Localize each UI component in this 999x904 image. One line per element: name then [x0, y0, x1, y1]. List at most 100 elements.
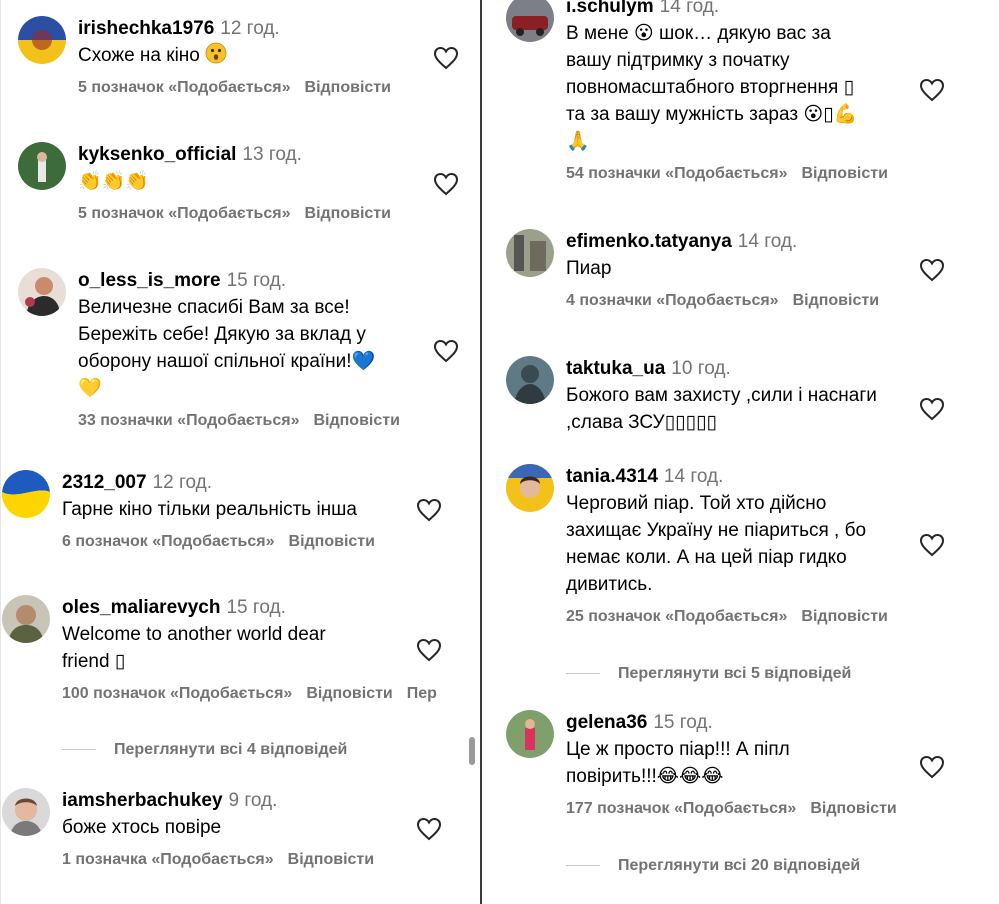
avatar[interactable] [18, 16, 66, 64]
timestamp[interactable]: 9 год. [229, 790, 278, 811]
username[interactable]: kyksenko_official [78, 144, 236, 165]
timestamp[interactable]: 14 год. [738, 231, 797, 252]
username[interactable]: 2312_007 [62, 472, 147, 493]
heart-icon[interactable] [919, 755, 945, 779]
avatar[interactable] [2, 470, 50, 518]
comment-text: боже хтось повіре [62, 817, 222, 838]
avatar[interactable] [506, 356, 554, 404]
comment-text-line: захищає Україну не піариться , бо [566, 520, 867, 541]
comment-text-line: вашу підтримку з початку [566, 50, 790, 71]
timestamp[interactable]: 14 год. [664, 466, 723, 487]
comment-text-line: 🙏 [566, 131, 590, 152]
timestamp[interactable]: 15 год. [653, 712, 712, 733]
avatar[interactable] [18, 142, 66, 190]
like-count[interactable]: 5 позначок «Подобається» [78, 205, 291, 222]
comment-text-line: Величезне спасибі Вам за все! [78, 297, 350, 318]
avatar[interactable] [18, 268, 66, 316]
like-count[interactable]: 54 позначки «Подобається» [566, 165, 787, 182]
comment-text: 👏👏👏 [78, 171, 149, 192]
reply-button[interactable]: Відповісти [306, 685, 392, 702]
username[interactable]: tania.4314 [566, 466, 658, 487]
like-count[interactable]: 5 позначок «Подобається» [78, 79, 291, 96]
avatar[interactable] [506, 464, 554, 512]
view-replies-label[interactable]: Переглянути всі 4 відповідей [114, 741, 347, 758]
username[interactable]: gelena36 [566, 712, 647, 733]
heart-icon[interactable] [919, 533, 945, 557]
divider [566, 673, 600, 675]
comment-text: Гарне кіно тільки реальність інша [62, 499, 357, 520]
avatar[interactable] [506, 0, 554, 42]
comment-text: Схоже на кіно [78, 42, 405, 69]
comment-text-line: 💛 [78, 378, 102, 399]
view-replies-label[interactable]: Переглянути всі 20 відповідей [618, 857, 860, 874]
timestamp[interactable]: 12 год. [220, 18, 279, 39]
view-replies-button[interactable]: Переглянути всі 5 відповідей [566, 665, 851, 683]
translate-link[interactable]: Пер [407, 685, 437, 702]
comment-text-line: friend ▯ [62, 651, 126, 672]
like-count[interactable]: 6 позначок «Подобається» [62, 533, 275, 550]
heart-icon[interactable] [433, 172, 459, 196]
comment-text-line: Божого вам захисту ,сили і наснаги [566, 385, 877, 406]
timestamp[interactable]: 12 год. [153, 472, 212, 493]
like-count[interactable]: 177 позначок «Подобається» [566, 800, 796, 817]
reply-button[interactable]: Відповісти [289, 533, 375, 550]
comment-text-line: та за вашу мужність зараз 😮▯💪 [566, 104, 858, 125]
avatar[interactable] [2, 595, 50, 643]
reply-button[interactable]: Відповісти [305, 205, 391, 222]
heart-icon[interactable] [919, 258, 945, 282]
left-comments-panel: irishechka1976 12 год. Схоже на кіно 5 по… [0, 0, 476, 904]
heart-icon[interactable] [919, 78, 945, 102]
reply-button[interactable]: Відповісти [793, 292, 879, 309]
view-replies-label[interactable]: Переглянути всі 5 відповідей [618, 665, 851, 682]
divider [62, 749, 96, 751]
timestamp[interactable]: 15 год. [227, 270, 286, 291]
heart-icon[interactable] [433, 339, 459, 363]
avatar[interactable] [2, 788, 50, 836]
reply-button[interactable]: Відповісти [313, 412, 399, 429]
reply-button[interactable]: Відповісти [305, 79, 391, 96]
divider [566, 865, 600, 867]
username[interactable]: efimenko.tatyanya [566, 231, 732, 252]
comment-text-line: ,слава ЗСУ▯▯▯▯▯ [566, 412, 717, 433]
like-count[interactable]: 4 позначки «Подобається» [566, 292, 779, 309]
heart-icon[interactable] [416, 638, 442, 662]
heart-icon[interactable] [433, 46, 459, 70]
like-count[interactable]: 1 позначка «Подобається» [62, 851, 274, 868]
username[interactable]: o_less_is_more [78, 270, 221, 291]
like-count[interactable]: 25 позначок «Подобається» [566, 608, 787, 625]
view-replies-button[interactable]: Переглянути всі 20 відповідей [566, 857, 860, 875]
comment-text-line: оборону нашої спільної країни!💙 [78, 351, 376, 372]
username[interactable]: oles_maliarevych [62, 597, 220, 618]
username[interactable]: taktuka_ua [566, 358, 665, 379]
reply-button[interactable]: Відповісти [810, 800, 896, 817]
timestamp[interactable]: 14 год. [660, 0, 719, 17]
avatar[interactable] [506, 229, 554, 277]
timestamp[interactable]: 13 год. [242, 144, 301, 165]
heart-icon[interactable] [416, 498, 442, 522]
like-count[interactable]: 33 позначки «Подобається» [78, 412, 299, 429]
comment-text: Пиар [566, 258, 612, 279]
reply-button[interactable]: Відповісти [801, 608, 887, 625]
username[interactable]: i.schulym [566, 0, 654, 17]
username[interactable]: iamsherbachukey [62, 790, 223, 811]
timestamp[interactable]: 10 год. [671, 358, 730, 379]
panel-divider [480, 0, 482, 904]
comment-text-line: Черговий піар. Той хто дійсно [566, 493, 827, 514]
scrollbar-thumb[interactable] [469, 737, 475, 765]
comment-text-line: Це ж просто піар!!! А піпл [566, 739, 790, 760]
comment-text-line: В мене 😮 шок… дякую вас за [566, 23, 831, 44]
like-count[interactable]: 100 позначок «Подобається» [62, 685, 292, 702]
reply-button[interactable]: Відповісти [801, 165, 887, 182]
comment-text-line: Welcome to another world dear [62, 624, 326, 645]
avatar[interactable] [506, 710, 554, 758]
astonished-face-icon [205, 42, 227, 64]
view-replies-button[interactable]: Переглянути всі 4 відповідей [62, 741, 347, 759]
heart-icon[interactable] [919, 397, 945, 421]
username[interactable]: irishechka1976 [78, 18, 214, 39]
reply-button[interactable]: Відповісти [288, 851, 374, 868]
comment-text-line: Бережіть себе! Дякую за вклад у [78, 324, 366, 345]
comment-text-line: дивитись. [566, 574, 653, 595]
comment-text-line: немає коли. А на цей піар гидко [566, 547, 847, 568]
timestamp[interactable]: 15 год. [226, 597, 285, 618]
heart-icon[interactable] [416, 817, 442, 841]
